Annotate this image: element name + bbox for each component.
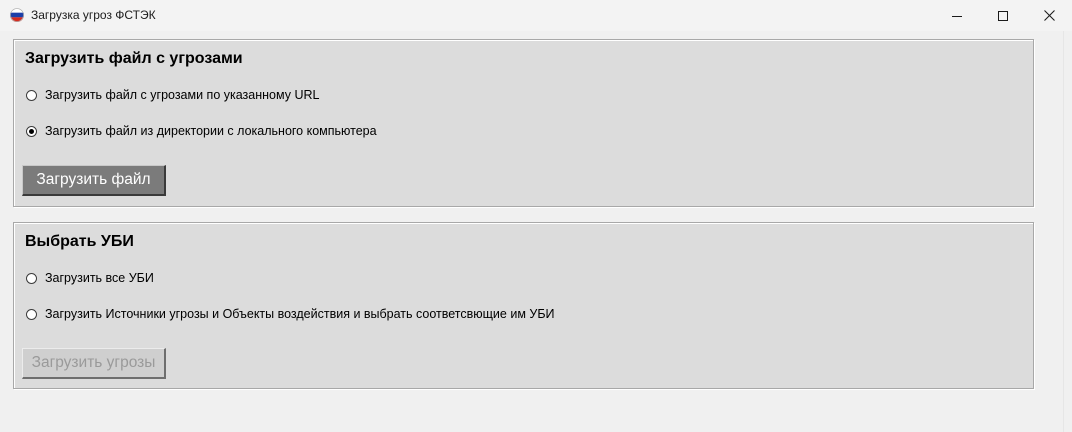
radio-label: Загрузить файл с угрозами по указанному …	[45, 88, 320, 102]
load-threats-button[interactable]: Загрузить угрозы	[22, 348, 166, 379]
window-border	[1063, 31, 1064, 432]
radio-button[interactable]	[26, 89, 37, 101]
minimize-button[interactable]	[934, 0, 980, 31]
maximize-icon	[998, 10, 1008, 21]
group-title-upload: Загрузить файл с угрозами	[25, 50, 243, 67]
upload-file-button[interactable]: Загрузить файл	[22, 165, 166, 196]
minimize-icon	[952, 11, 962, 21]
window-title: Загрузка угроз ФСТЭК	[31, 8, 156, 22]
close-icon	[1043, 10, 1055, 21]
radio-upload-url[interactable]: Загрузить файл с угрозами по указанному …	[26, 86, 319, 104]
radio-label: Загрузить все УБИ	[45, 271, 154, 285]
radio-label: Загрузить файл из директории с локальног…	[45, 124, 377, 138]
russian-flag-icon	[10, 8, 24, 22]
close-button[interactable]	[1026, 0, 1072, 31]
radio-load-all-ubi[interactable]: Загрузить все УБИ	[26, 269, 154, 287]
radio-button[interactable]	[26, 308, 37, 320]
radio-label: Загрузить Источники угрозы и Объекты воз…	[45, 307, 555, 321]
select-ubi-group: Выбрать УБИ Загрузить все УБИ Загрузить …	[13, 222, 1034, 389]
radio-button[interactable]	[26, 125, 37, 137]
title-bar[interactable]: Загрузка угроз ФСТЭК	[0, 0, 1072, 31]
upload-file-group: Загрузить файл с угрозами Загрузить файл…	[13, 39, 1034, 207]
radio-upload-local[interactable]: Загрузить файл из директории с локальног…	[26, 122, 377, 140]
app-window: Загрузка угроз ФСТЭК Загрузить файл с уг…	[0, 0, 1072, 432]
radio-load-sources-objects[interactable]: Загрузить Источники угрозы и Объекты воз…	[26, 305, 555, 323]
group-title-ubi: Выбрать УБИ	[25, 233, 134, 250]
radio-button[interactable]	[26, 272, 37, 284]
maximize-button[interactable]	[980, 0, 1026, 31]
